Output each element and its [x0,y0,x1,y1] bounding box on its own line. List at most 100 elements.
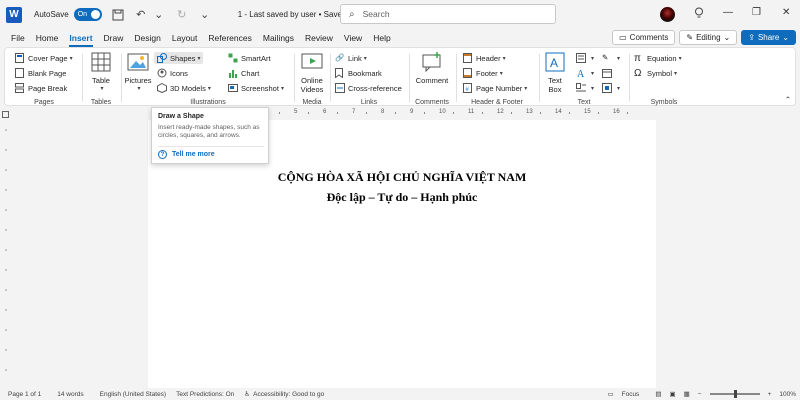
tab-design[interactable]: Design [134,33,160,43]
cube-icon [157,82,167,94]
chevron-down-icon: ▾ [207,85,211,92]
tab-references[interactable]: References [208,33,251,43]
page-number-button[interactable]: # Page Number ▾ [463,83,527,93]
cover-page-button[interactable]: Cover Page ▾ [15,53,73,63]
zoom-level[interactable]: 100% [779,391,796,398]
bookmark-button[interactable]: Bookmark [335,68,382,79]
doc-status-text: 1 - Last saved by user • Saved [237,10,347,19]
page-count[interactable]: Page 1 of 1 [8,391,41,398]
ruler-number: 6 [323,109,327,115]
online-videos-button[interactable]: Online Videos [295,52,329,94]
customize-toolbar-icon[interactable]: ⌄ [198,8,212,22]
chevron-down-icon: ▾ [524,85,528,92]
tab-view[interactable]: View [344,33,362,43]
read-mode-icon[interactable]: ▤ [655,390,661,398]
group-media: Online Videos Media [295,48,329,107]
quick-parts-button[interactable]: ▾ [576,53,594,63]
screenshot-button[interactable]: Screenshot ▾ [228,83,284,93]
date-time-button[interactable] [602,68,615,78]
editing-button[interactable]: ✎ Editing ⌄ [679,30,738,45]
tab-file[interactable]: File [11,33,25,43]
blank-page-icon [15,68,25,78]
language-status[interactable]: English (United States) [100,391,166,398]
share-label: Share [757,33,780,42]
ruler-tick [337,112,338,114]
link-label: Link [348,53,362,63]
chart-button[interactable]: Chart [228,68,259,78]
tab-help[interactable]: Help [373,33,390,43]
accessibility-status[interactable]: Accessibility: Good to go [253,391,324,398]
maximize-icon[interactable]: ❐ [752,7,761,18]
ruler-number: 11 [468,109,475,115]
autosave-toggle[interactable]: On [73,8,102,21]
signature-line-button[interactable]: ✎ ▾ [602,53,620,63]
tab-mailings[interactable]: Mailings [263,33,294,43]
ruler-number: 8 [381,109,385,115]
search-input[interactable]: ⌕ Search [340,4,556,24]
3d-models-button[interactable]: 3D Models ▾ [157,82,211,94]
ruler-number: 16 [613,109,620,115]
pictures-button[interactable]: Pictures ▾ [124,52,152,94]
zoom-out-icon[interactable]: − [698,391,702,398]
vertical-ruler[interactable] [2,120,10,388]
footer-button[interactable]: Footer ▾ [463,68,503,78]
accessibility-icon: ♿ [244,391,251,398]
ruler-number: 12 [497,109,504,115]
ruler-number: 13 [526,109,533,115]
undo-icon[interactable]: ↶ [134,8,148,22]
lightbulb-icon[interactable] [694,7,704,22]
wordart-button[interactable]: A ▾ [576,68,594,80]
equation-button[interactable]: π Equation ▾ [634,53,682,64]
text-box-button[interactable]: A Text Box [542,52,568,94]
user-avatar[interactable] [660,7,675,22]
pencil-icon: ✎ [686,33,694,42]
zoom-slider[interactable] [709,390,760,398]
header-button[interactable]: Header ▾ [463,53,506,63]
tell-me-more-link[interactable]: ? Tell me more [158,146,264,159]
print-layout-icon[interactable]: ▣ [669,390,675,398]
icons-icon [157,68,167,78]
shapes-button[interactable]: Shapes ▾ [154,52,204,64]
zoom-in-icon[interactable]: + [768,391,772,398]
comments-button[interactable]: ▭ Comments [612,30,676,45]
ruler-tick [424,112,425,114]
table-button[interactable]: Table ▾ [89,52,113,94]
tab-insert[interactable]: Insert [69,33,93,47]
comment-button[interactable]: Comment [414,52,450,85]
redo-disabled-icon[interactable]: ↻ [175,8,189,22]
tab-stop-marker[interactable] [2,111,9,118]
ruler-number: 9 [410,109,414,115]
blank-page-button[interactable]: Blank Page [15,68,66,78]
word-count[interactable]: 14 words [57,391,83,398]
symbol-button[interactable]: Ω Symbol ▾ [634,68,677,79]
ruler-number: 5 [294,109,298,115]
close-icon[interactable]: ✕ [782,7,790,18]
drop-cap-button[interactable]: ▾ [576,83,594,93]
web-layout-icon[interactable]: ▦ [684,390,690,398]
ruler-tick [511,112,512,114]
tab-home[interactable]: Home [36,33,59,43]
tab-layout[interactable]: Layout [172,33,198,43]
collapse-ribbon-icon[interactable]: ⌃ [785,95,791,104]
svg-text:A: A [550,56,558,70]
focus-button[interactable]: Focus [622,391,640,398]
save-icon[interactable] [111,8,125,22]
icons-button[interactable]: Icons [157,68,188,78]
pi-icon: π [634,53,641,64]
minimize-icon[interactable]: — [723,7,733,18]
svg-text:A: A [577,69,585,78]
tab-draw[interactable]: Draw [104,33,124,43]
smartart-button[interactable]: SmartArt [228,53,271,63]
cross-reference-button[interactable]: Cross-reference [335,83,402,93]
link-button[interactable]: 🔗 Link ▾ [335,53,367,63]
shapes-icon [157,53,167,63]
redo-icon[interactable]: ⌄ [152,8,166,22]
share-button[interactable]: ⇪ Share ⌄ [741,30,796,45]
zoom-slider-thumb[interactable] [733,390,737,398]
object-button[interactable]: ▾ [602,83,620,93]
ruler-number: 7 [352,109,356,115]
tab-review[interactable]: Review [305,33,333,43]
document-status[interactable]: 1 - Last saved by user • Saved ⌄ [238,10,356,19]
text-predictions-status[interactable]: Text Predictions: On [176,391,234,398]
page-break-button[interactable]: Page Break [15,83,67,93]
